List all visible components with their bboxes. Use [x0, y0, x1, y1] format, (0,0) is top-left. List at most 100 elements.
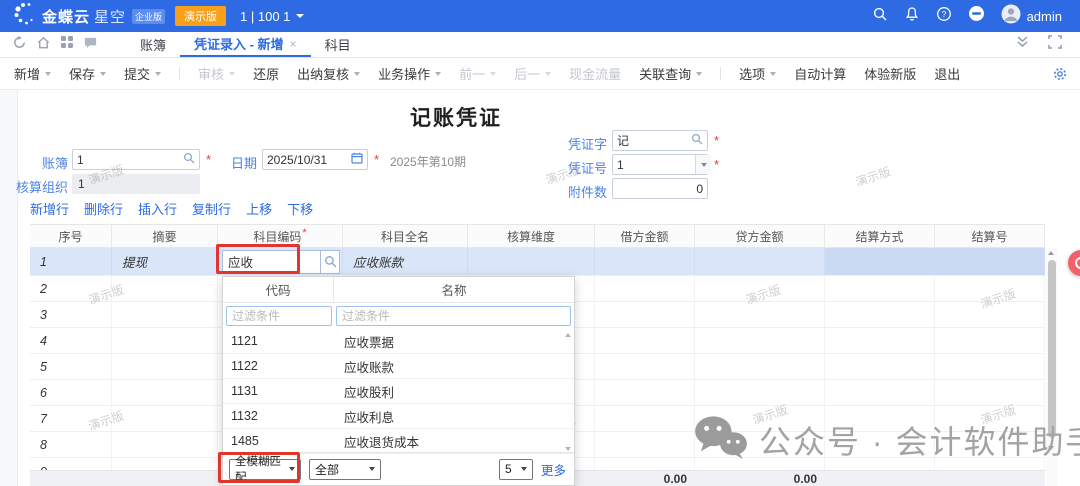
calendar-icon[interactable] — [351, 152, 363, 167]
scroll-up-icon[interactable] — [1048, 251, 1054, 255]
grid-cell[interactable] — [935, 328, 1045, 353]
add-row-link[interactable]: 新增行 — [30, 199, 69, 218]
toolbar-submit-button[interactable]: 提交 — [124, 64, 161, 83]
toolbar-related-query-button[interactable]: 关联查询 — [639, 64, 702, 83]
name-filter-input[interactable] — [336, 306, 571, 326]
toolbar-auto-calc-button[interactable]: 自动计算 — [794, 64, 846, 83]
grid-cell[interactable] — [695, 406, 825, 431]
lookup-magnifier-icon[interactable] — [691, 133, 703, 148]
lookup-magnifier-icon[interactable] — [183, 152, 195, 167]
table-row-1[interactable]: 1 提现 应收账款 — [30, 248, 1045, 276]
grid-cell[interactable] — [825, 432, 935, 457]
collapse-double-chevron-icon[interactable] — [1015, 35, 1030, 54]
grid-cell[interactable] — [595, 380, 695, 405]
row-summary[interactable]: 提现 — [112, 248, 218, 275]
col-dimension[interactable]: 核算维度 — [468, 225, 595, 247]
grid-cell[interactable] — [695, 276, 825, 301]
help-icon[interactable]: ? — [936, 6, 952, 27]
list-item[interactable]: 1122应收账款 — [223, 354, 574, 379]
row-account-name[interactable]: 应收账款 — [343, 248, 468, 275]
do-not-disturb-icon[interactable] — [968, 5, 985, 27]
list-item[interactable]: 1132应收利息 — [223, 404, 574, 429]
voucher-no-field[interactable] — [612, 154, 708, 175]
grid-cell[interactable] — [112, 354, 218, 379]
scope-select[interactable]: 全部 — [309, 459, 381, 480]
row-account-code-cell[interactable] — [218, 248, 343, 275]
fullscreen-icon[interactable] — [1048, 35, 1062, 54]
grid-cell[interactable] — [695, 432, 825, 457]
scroll-up-icon[interactable] — [565, 333, 571, 337]
toolbar-cashier-review-button[interactable]: 出纳复核 — [297, 64, 360, 83]
grid-cell[interactable] — [935, 248, 1045, 275]
org-book-selector[interactable]: 1 | 100 1 — [240, 9, 304, 24]
tab-account-books[interactable]: 账簿 — [126, 32, 180, 57]
refresh-icon[interactable] — [12, 35, 27, 55]
scroll-down-icon[interactable] — [565, 447, 571, 451]
move-up-link[interactable]: 上移 — [246, 199, 272, 218]
col-credit[interactable]: 贷方金额 — [695, 225, 825, 247]
toolbar-options-button[interactable]: 选项 — [739, 64, 776, 83]
account-code-input[interactable] — [222, 250, 320, 274]
search-icon[interactable] — [872, 6, 888, 27]
voucher-word-field[interactable] — [612, 130, 708, 151]
grid-cell[interactable] — [935, 276, 1045, 301]
date-input[interactable] — [267, 153, 351, 167]
grid-cell[interactable] — [825, 328, 935, 353]
code-filter-input[interactable] — [226, 306, 332, 326]
grid-cell[interactable] — [695, 380, 825, 405]
insert-row-link[interactable]: 插入行 — [138, 199, 177, 218]
grid-cell[interactable] — [112, 302, 218, 327]
attachments-field[interactable] — [612, 178, 708, 199]
delete-row-link[interactable]: 删除行 — [84, 199, 123, 218]
grid-cell[interactable] — [935, 380, 1045, 405]
grid-cell[interactable] — [695, 328, 825, 353]
user-avatar[interactable] — [1001, 4, 1021, 29]
scrollbar-thumb[interactable] — [1048, 260, 1056, 438]
floating-helper-button[interactable] — [1068, 250, 1080, 276]
grid-cell[interactable] — [595, 354, 695, 379]
grid-cell[interactable] — [695, 354, 825, 379]
toolbar-business-ops-button[interactable]: 业务操作 — [378, 64, 441, 83]
grid-cell[interactable] — [825, 406, 935, 431]
page-size-select[interactable]: 5 — [499, 459, 533, 480]
grid-cell[interactable] — [112, 406, 218, 431]
grid-cell[interactable] — [825, 354, 935, 379]
voucher-word-input[interactable] — [617, 134, 691, 148]
grid-cell[interactable] — [112, 276, 218, 301]
grid-cell[interactable] — [595, 276, 695, 301]
grid-cell[interactable] — [935, 406, 1045, 431]
list-item[interactable]: 1485应收退货成本 — [223, 429, 574, 454]
grid-cell[interactable] — [468, 248, 595, 275]
tab-accounts[interactable]: 科目 — [311, 32, 365, 57]
more-link[interactable]: 更多 — [541, 460, 566, 479]
col-debit[interactable]: 借方金额 — [595, 225, 695, 247]
close-icon[interactable]: × — [290, 37, 297, 51]
scroll-down-icon[interactable] — [1048, 446, 1054, 450]
notifications-bell-icon[interactable] — [904, 6, 920, 27]
grid-cell[interactable] — [595, 406, 695, 431]
grid-cell[interactable] — [112, 328, 218, 353]
col-seq[interactable]: 序号 — [30, 225, 112, 247]
list-item[interactable]: 1121应收票据 — [223, 329, 574, 354]
grid-cell[interactable] — [825, 380, 935, 405]
grid-cell[interactable] — [695, 302, 825, 327]
grid-cell[interactable] — [935, 302, 1045, 327]
col-account-name[interactable]: 科目全名 — [343, 225, 468, 247]
settings-gear-icon[interactable] — [1052, 66, 1068, 87]
message-icon[interactable] — [83, 35, 98, 55]
grid-cell[interactable] — [595, 248, 695, 275]
lookup-magnifier-icon[interactable] — [320, 250, 340, 274]
apps-grid-icon[interactable] — [60, 35, 74, 54]
move-down-link[interactable]: 下移 — [287, 199, 313, 218]
match-mode-select[interactable]: 全模糊匹配 — [229, 459, 301, 480]
grid-cell[interactable] — [112, 432, 218, 457]
grid-cell[interactable] — [112, 380, 218, 405]
col-settle-no[interactable]: 结算号 — [935, 225, 1045, 247]
grid-cell[interactable] — [595, 302, 695, 327]
col-account-code[interactable]: 科目编码* — [218, 225, 343, 247]
vertical-scrollbar[interactable] — [1046, 248, 1057, 486]
col-summary[interactable]: 摘要 — [112, 225, 218, 247]
list-item[interactable]: 1131应收股利 — [223, 379, 574, 404]
grid-cell[interactable] — [695, 248, 825, 275]
book-input[interactable] — [77, 153, 183, 167]
